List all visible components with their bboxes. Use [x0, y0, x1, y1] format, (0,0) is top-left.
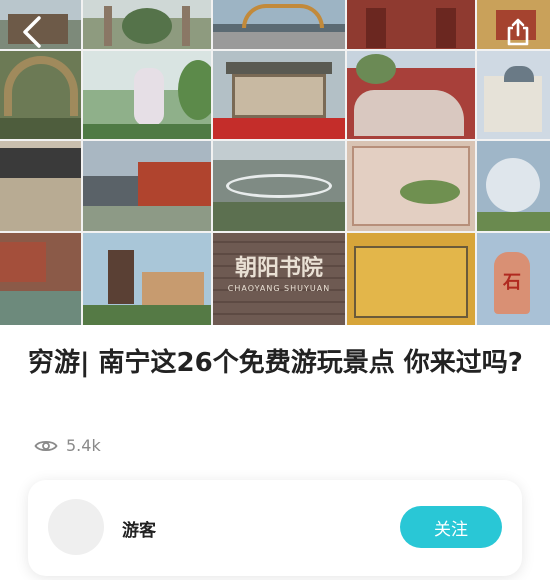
signboard-subtext: CHAOYANG SHUYUAN — [227, 284, 331, 293]
collage-tile — [0, 232, 82, 325]
collage-tile — [82, 0, 212, 50]
back-button[interactable] — [12, 12, 52, 52]
collage-tile — [82, 140, 212, 232]
avatar[interactable] — [48, 499, 104, 555]
collage-tile — [212, 50, 346, 140]
author-name[interactable]: 游客 — [122, 516, 156, 541]
author-card: 游客 关注 — [28, 480, 522, 576]
collage-tile — [346, 232, 476, 325]
collage-signboard: 朝阳书院 CHAOYANG SHUYUAN — [212, 232, 346, 325]
eye-icon — [34, 440, 58, 451]
collage-tile — [212, 140, 346, 232]
chevron-left-icon — [23, 16, 41, 48]
collage-tile — [346, 0, 476, 50]
article-title: 穷游| 南宁这26个免费游玩景点 你来过吗? — [28, 348, 523, 378]
cover-image-collage[interactable]: 朝阳书院 CHAOYANG SHUYUAN 石 — [0, 0, 550, 325]
view-count-value: 5.4k — [66, 436, 101, 455]
collage-tile — [0, 140, 82, 232]
signboard-text: 朝阳书院 — [234, 255, 323, 281]
share-icon — [507, 18, 529, 46]
collage-tile — [212, 0, 346, 50]
collage-tile — [0, 50, 82, 140]
follow-button[interactable]: 关注 — [400, 506, 502, 548]
collage-tile — [476, 50, 550, 140]
collage-tile — [476, 140, 550, 232]
collage-tile — [82, 50, 212, 140]
collage-tile — [346, 140, 476, 232]
stone-text: 石 — [503, 272, 521, 293]
collage-tile — [82, 232, 212, 325]
view-count: 5.4k — [34, 436, 101, 455]
collage-tile — [346, 50, 476, 140]
collage-tile: 石 — [476, 232, 550, 325]
share-button[interactable] — [498, 12, 538, 52]
